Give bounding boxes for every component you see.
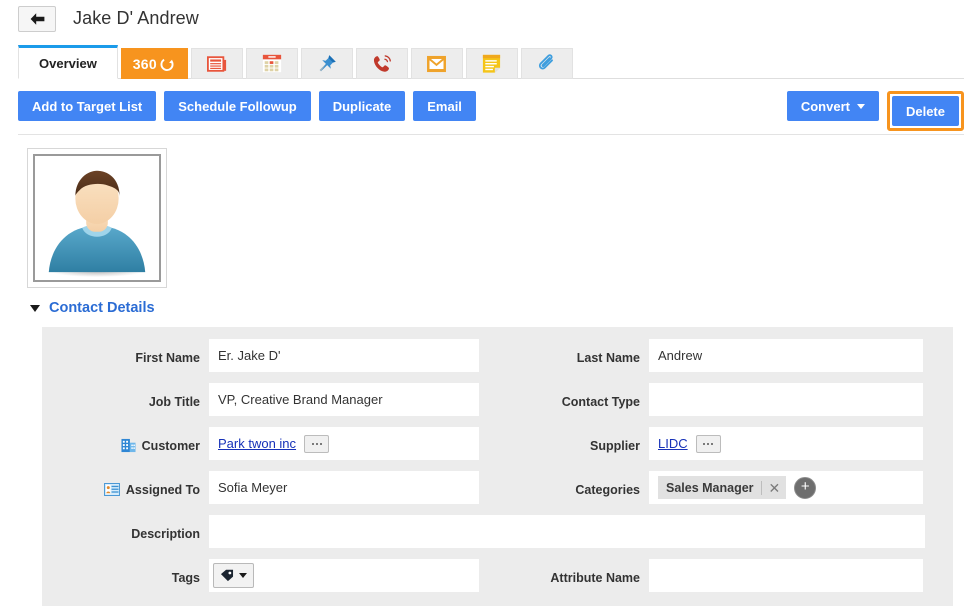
toolbar-right-group: Convert Delete	[786, 91, 964, 131]
form-row: Description	[42, 515, 953, 548]
page-title: Jake D' Andrew	[73, 8, 199, 28]
tag-icon	[220, 569, 234, 582]
tab-pin[interactable]	[300, 48, 353, 79]
add-category-button[interactable]: +	[794, 476, 817, 499]
field-group-job-title: Job Title VP, Creative Brand Manager	[42, 383, 497, 416]
add-to-target-list-button[interactable]: Add to Target List	[18, 91, 157, 121]
sticky-note-icon	[483, 54, 501, 73]
avatar-frame	[27, 148, 167, 288]
field-group-description: Description	[42, 515, 953, 548]
contact-details-section-header[interactable]: Contact Details	[30, 300, 978, 316]
first-name-label: First Name	[135, 350, 200, 365]
chevron-down-icon	[856, 103, 865, 109]
tab-news[interactable]	[190, 48, 243, 79]
page-header: Jake D' Andrew	[0, 0, 978, 37]
delete-button-highlight: Delete	[886, 91, 964, 131]
form-row: First Name Er. Jake D' Last Name Andrew	[42, 339, 953, 372]
customer-label: Customer	[141, 438, 200, 453]
form-row: Tags Attribute Name	[42, 559, 953, 592]
form-row: Job Title VP, Creative Brand Manager Con…	[42, 383, 953, 416]
last-name-label: Last Name	[576, 350, 640, 365]
calendar-icon	[262, 54, 281, 73]
first-name-input[interactable]: Er. Jake D'	[209, 339, 479, 372]
tab-calls[interactable]	[355, 48, 408, 79]
back-button[interactable]	[18, 5, 56, 32]
tab-calendar[interactable]	[245, 48, 298, 79]
form-row: Assigned To Sofia Meyer Categories Sales…	[42, 471, 953, 504]
form-row: Customer Park twon inc Supplier LIDC	[42, 427, 953, 460]
assigned-to-input[interactable]: Sofia Meyer	[209, 471, 479, 504]
refresh-circle-icon	[160, 57, 174, 71]
tab-notes[interactable]	[465, 48, 518, 79]
duplicate-button[interactable]: Duplicate	[318, 91, 406, 121]
convert-button[interactable]: Convert	[786, 91, 879, 121]
last-name-input[interactable]: Andrew	[649, 339, 923, 372]
paperclip-icon	[538, 53, 553, 69]
tab-attachments[interactable]	[520, 48, 573, 79]
category-chip: Sales Manager ✕	[658, 476, 787, 499]
job-title-input[interactable]: VP, Creative Brand Manager	[209, 383, 479, 416]
tab-bar: Overview 360	[18, 42, 978, 79]
tags-label: Tags	[171, 570, 200, 585]
action-toolbar: Add to Target List Schedule Followup Dup…	[18, 91, 964, 135]
customer-value-link[interactable]: Park twon inc	[218, 436, 296, 451]
person-placeholder-icon	[48, 170, 146, 278]
field-group-attribute-name: Attribute Name	[497, 559, 952, 592]
field-group-tags: Tags	[42, 559, 497, 592]
newspaper-icon	[206, 55, 226, 72]
avatar[interactable]	[33, 154, 161, 282]
phone-ringing-icon	[373, 54, 391, 72]
assigned-to-label: Assigned To	[125, 482, 200, 497]
attribute-name-input[interactable]	[649, 559, 923, 592]
chevron-down-icon	[239, 573, 247, 578]
tab-360-label: 360	[132, 55, 157, 72]
section-title[interactable]: Contact Details	[49, 300, 155, 316]
back-arrow-icon	[30, 12, 44, 25]
categories-field[interactable]: Sales Manager ✕ +	[649, 471, 923, 504]
attribute-name-label: Attribute Name	[550, 570, 640, 585]
customer-picker-button[interactable]	[304, 434, 330, 453]
pushpin-icon	[319, 54, 336, 71]
email-button[interactable]: Email	[413, 91, 476, 121]
building-icon	[121, 438, 136, 453]
contact-type-label: Contact Type	[561, 394, 640, 409]
tag-picker-button[interactable]	[213, 563, 254, 588]
contact-details-panel: First Name Er. Jake D' Last Name Andrew …	[42, 327, 953, 606]
contact-card-icon	[104, 483, 120, 496]
envelope-icon	[427, 55, 447, 72]
category-chip-label: Sales Manager	[666, 480, 754, 495]
tab-overview-label: Overview	[39, 55, 97, 71]
supplier-picker-button[interactable]	[695, 434, 721, 453]
field-group-assigned-to: Assigned To Sofia Meyer	[42, 471, 497, 504]
field-group-categories: Categories Sales Manager ✕ +	[497, 471, 952, 504]
schedule-followup-button[interactable]: Schedule Followup	[164, 91, 311, 121]
delete-button[interactable]: Delete	[891, 96, 959, 126]
assigned-to-label-wrap: Assigned To	[42, 471, 209, 501]
supplier-value-link[interactable]: LIDC	[658, 436, 688, 451]
convert-button-label: Convert	[800, 98, 850, 114]
chevron-down-icon[interactable]	[30, 304, 40, 312]
field-group-customer: Customer Park twon inc	[42, 427, 497, 460]
categories-label: Categories	[575, 482, 640, 497]
field-group-supplier: Supplier LIDC	[497, 427, 952, 460]
close-icon[interactable]: ✕	[760, 480, 780, 495]
supplier-field[interactable]: LIDC	[649, 427, 923, 460]
field-group-last-name: Last Name Andrew	[497, 339, 952, 372]
tags-field[interactable]	[209, 559, 479, 592]
supplier-label: Supplier	[589, 438, 640, 453]
description-label: Description	[131, 526, 200, 541]
contact-type-input[interactable]	[649, 383, 923, 416]
field-group-first-name: First Name Er. Jake D'	[42, 339, 497, 372]
avatar-block	[27, 148, 978, 288]
tab-overview[interactable]: Overview	[18, 45, 118, 79]
customer-label-wrap: Customer	[42, 427, 209, 457]
description-input[interactable]	[209, 515, 925, 548]
tab-360[interactable]: 360	[120, 48, 188, 79]
tab-email[interactable]	[410, 48, 463, 79]
job-title-label: Job Title	[148, 394, 200, 409]
field-group-contact-type: Contact Type	[497, 383, 952, 416]
customer-field[interactable]: Park twon inc	[209, 427, 479, 460]
